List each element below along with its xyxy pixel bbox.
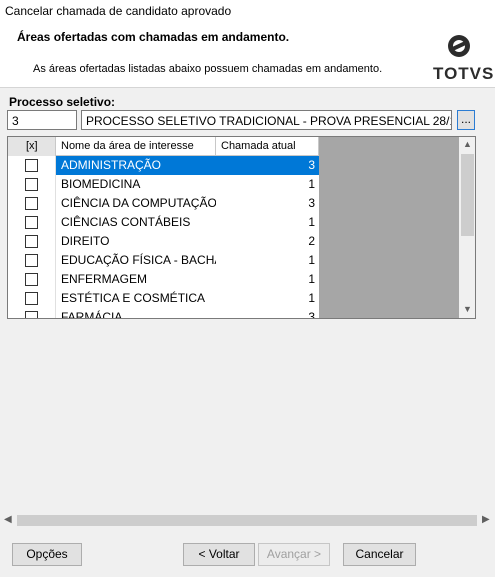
cancel-button[interactable]: Cancelar	[343, 543, 416, 566]
current-call-cell: 3	[216, 156, 319, 175]
horizontal-scroll-thumb[interactable]	[17, 515, 477, 526]
table-row[interactable]: CIÊNCIA DA COMPUTAÇÃO 3	[8, 194, 319, 213]
table-row[interactable]: EDUCAÇÃO FÍSICA - BACHA... 1	[8, 251, 319, 270]
area-name-column-header[interactable]: Nome da área de interesse	[56, 137, 216, 156]
current-call-cell: 2	[308, 234, 315, 248]
totvs-logo-icon	[448, 35, 470, 57]
row-checkbox-cell	[8, 213, 56, 232]
row-checkbox-cell	[8, 270, 56, 289]
current-call-cell: 1	[308, 253, 315, 267]
table-row[interactable]: FARMÁCIA 3	[8, 308, 319, 319]
vertical-scroll-thumb[interactable]	[461, 154, 474, 236]
area-name-cell: EDUCAÇÃO FÍSICA - BACHA...	[61, 253, 216, 267]
row-checkbox[interactable]	[25, 216, 38, 229]
grid-rows: ADMINISTRAÇÃO 3 BIOMEDICINA 1 CIÊNCIA DA COM…	[8, 156, 319, 319]
row-checkbox[interactable]	[25, 311, 38, 318]
current-call-cell: 1	[308, 291, 315, 305]
process-code-input[interactable]: 3	[7, 110, 77, 130]
row-checkbox-cell	[8, 232, 56, 251]
chevron-left-icon[interactable]: ◀	[4, 514, 12, 525]
current-call-cell: 1	[308, 272, 315, 286]
current-call-cell: 3	[308, 310, 315, 319]
page-subtitle: As áreas ofertadas listadas abaixo possu…	[33, 63, 383, 75]
row-checkbox[interactable]	[25, 235, 38, 248]
process-label: Processo seletivo:	[9, 95, 116, 109]
current-call-column-header[interactable]: Chamada atual	[216, 137, 319, 156]
browse-process-button[interactable]: ...	[457, 110, 475, 130]
back-button[interactable]: < Voltar	[183, 543, 255, 566]
process-name-input[interactable]: PROCESSO SELETIVO TRADICIONAL - PROVA PR…	[81, 110, 452, 130]
wizard-header: Áreas ofertadas com chamadas em andament…	[0, 22, 495, 88]
options-button[interactable]: Opções	[12, 543, 82, 566]
current-call-cell: 1	[308, 215, 315, 229]
grid-vertical-scrollbar[interactable]: ▲ ▼	[459, 137, 475, 318]
table-row[interactable]: BIOMEDICINA 1	[8, 175, 319, 194]
next-button[interactable]: Avançar >	[258, 543, 330, 566]
logo-text: TOTVS	[433, 64, 495, 83]
totvs-logo: TOTVS	[430, 32, 493, 84]
table-row[interactable]: ADMINISTRAÇÃO 3	[8, 156, 319, 175]
area-name-cell: BIOMEDICINA	[61, 177, 141, 191]
row-checkbox[interactable]	[25, 197, 38, 210]
area-name-cell: CIÊNCIA DA COMPUTAÇÃO	[61, 196, 216, 210]
area-name-cell: DIREITO	[61, 234, 110, 248]
area-name-cell: CIÊNCIAS CONTÁBEIS	[61, 215, 191, 229]
row-checkbox-cell	[8, 308, 56, 318]
area-name-cell: ADMINISTRAÇÃO	[56, 156, 216, 175]
row-checkbox-cell	[8, 156, 56, 175]
table-row[interactable]: ESTÉTICA E COSMÉTICA 1	[8, 289, 319, 308]
select-all-column-header[interactable]: [x]	[8, 137, 56, 156]
area-name-cell: ENFERMAGEM	[61, 272, 148, 286]
current-call-cell: 3	[308, 196, 315, 210]
row-checkbox-cell	[8, 251, 56, 270]
chevron-down-icon[interactable]: ▼	[463, 304, 472, 314]
row-checkbox[interactable]	[25, 254, 38, 267]
row-checkbox-cell	[8, 175, 56, 194]
row-checkbox[interactable]	[25, 292, 38, 305]
chevron-right-icon[interactable]: ▶	[482, 514, 490, 525]
area-name-cell: ESTÉTICA E COSMÉTICA	[61, 291, 206, 305]
current-call-cell: 1	[308, 177, 315, 191]
row-checkbox[interactable]	[25, 178, 38, 191]
table-row[interactable]: ENFERMAGEM 1	[8, 270, 319, 289]
grid-data-area: [x] Nome da área de interesse Chamada at…	[8, 137, 319, 319]
row-checkbox-cell	[8, 194, 56, 213]
row-checkbox[interactable]	[25, 159, 38, 172]
areas-grid[interactable]: [x] Nome da área de interesse Chamada at…	[7, 136, 476, 319]
window-title: Cancelar chamada de candidato aprovado	[0, 0, 495, 22]
table-row[interactable]: DIREITO 2	[8, 232, 319, 251]
chevron-up-icon[interactable]: ▲	[463, 139, 472, 149]
grid-header: [x] Nome da área de interesse Chamada at…	[8, 137, 319, 156]
table-row[interactable]: CIÊNCIAS CONTÁBEIS 1	[8, 213, 319, 232]
row-checkbox-cell	[8, 289, 56, 308]
row-checkbox[interactable]	[25, 273, 38, 286]
horizontal-scrollbar[interactable]: ◀ ▶	[0, 512, 495, 529]
page-title: Áreas ofertadas com chamadas em andament…	[17, 30, 290, 44]
area-name-cell: FARMÁCIA	[61, 310, 123, 319]
